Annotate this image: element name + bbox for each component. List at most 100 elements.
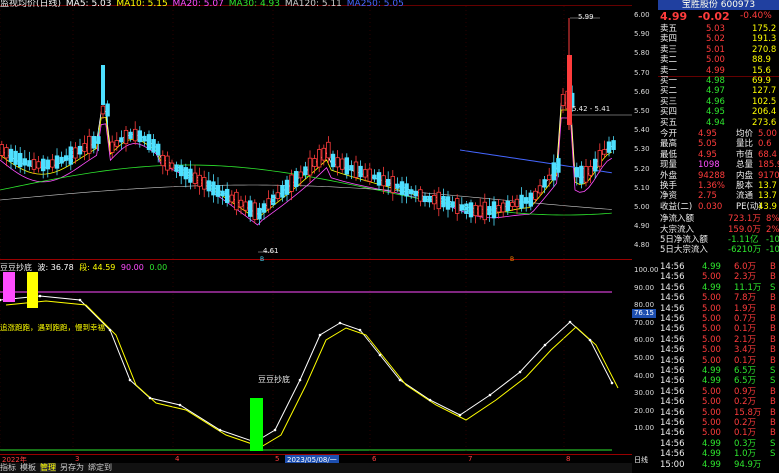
candle-body [381,175,386,187]
tick-row: 14:56 5.00 2.1万 B [658,335,779,345]
flow-value: 159.0万 [728,224,761,235]
kline-chart[interactable] [0,0,632,473]
tick-time: 14:56 [660,366,685,376]
tick-price: 5.00 [702,428,721,439]
flow-label: 大宗流入 [660,224,695,235]
toolbar-item[interactable]: 指标 [0,463,16,472]
osc-tick: 30.00 [634,389,655,398]
tick-volume: 0.3万 [734,438,757,449]
panel-divider [0,259,632,260]
candle-body [289,174,294,192]
candle-body [349,165,354,171]
stat-value: 9170 [758,170,779,181]
candle-body [418,189,423,202]
tick-volume: 94.9万 [734,459,762,470]
tick-volume: 0.1万 [734,355,757,366]
signal-label: 豆豆抄底 [258,375,290,384]
candle-body [487,206,492,216]
candle-body [362,169,368,178]
candle-body [73,147,78,159]
price-change-pct: -0.40% [740,11,772,21]
high-annotation: 5.99 [578,13,594,21]
candlesticks [0,18,616,226]
osc-dot [458,413,462,417]
bid-volume: 127.7 [752,86,777,97]
candle-body [533,190,538,200]
tick-side: S [770,449,776,460]
candle-body [100,105,106,115]
osc-dot [0,298,2,302]
candle-body [445,196,451,210]
candle-body [27,160,32,167]
tick-price: 5.00 [702,418,721,428]
tick-time: 14:56 [660,355,685,366]
candle-body [224,188,230,203]
ask-label: 卖三 [660,44,678,55]
tick-time: 14:56 [660,418,685,428]
candle-body [36,161,41,169]
ma-header: 监视均价(日线) MA5: 5.03 MA10: 5.15 MA20: 5.07… [0,0,404,9]
tick-row: 15:00 4.99 94.9万 [658,460,779,470]
stat-label: 换手 [660,181,678,191]
price-tick: 5.00 [634,203,650,211]
stat-value: 4.95 [698,149,717,160]
stat-value: 2.75 [698,191,717,202]
candle-body [50,159,55,168]
stat-label: 外盘 [660,170,678,181]
indicator-name: 监视均价(日线) [0,0,62,9]
candle-body [91,136,96,149]
flow-pct: -10% [766,245,779,256]
stat-value: 1.36% [698,181,726,191]
osc-value-3: 0.00 [146,263,168,272]
low-annotation: 4.61 [263,247,279,255]
bid-price: 4.98 [706,76,725,86]
candle-body [229,194,234,203]
ask-volume: 270.8 [752,44,777,55]
candle-body [519,194,524,209]
ask-price: 5.02 [706,34,725,45]
osc-dot [128,378,132,382]
tick-side: B [770,293,776,304]
stat-row: 最高 5.05 量比 0.6 [658,139,779,149]
period-label[interactable]: 日线 [634,455,648,465]
toolbar-item[interactable]: 管理 [40,463,56,472]
tick-time: 14:56 [660,293,685,304]
ask-volume: 175.2 [752,24,777,34]
candle-body [174,164,179,172]
stat-label: 收益(二) [660,201,693,212]
candle-body [422,196,428,202]
candle-body [464,203,469,214]
stat-row: 收益(二) 0.030 PE(动) 43.9 [658,202,779,212]
stat-row: 净资 2.75 流通 13.7 [658,191,779,201]
candle-body [234,191,239,211]
tick-price: 4.99 [702,366,721,376]
signal-bar-magenta [3,272,15,302]
candle-body [500,202,506,213]
stat-row: 现量 1098 总量 185.9 [658,160,779,170]
candle-body [491,201,497,219]
candle-body [68,146,73,165]
tick-volume: 0.9万 [734,386,757,397]
tick-time: 14:56 [660,282,685,293]
osc-dot [298,378,302,382]
tick-volume: 7.8万 [734,293,757,304]
osc-dot [358,328,362,332]
candle-body [303,166,308,176]
toolbar-item[interactable]: 另存为 [60,463,84,472]
chart-area[interactable]: 监视均价(日线) MA5: 5.03 MA10: 5.15 MA20: 5.07… [0,0,632,473]
toolbar-item[interactable]: 模板 [20,463,36,472]
ask-row: 卖四 5.02 191.3 [658,34,779,44]
tick-row: 14:56 5.00 0.9万 B [658,387,779,397]
osc-dot [488,393,492,397]
bid-price: 4.97 [706,86,725,97]
tick-side: B [770,397,776,408]
candle-body [247,200,253,217]
tick-row: 14:56 5.00 0.1万 B [658,356,779,366]
toolbar-item[interactable]: 绑定到 [88,463,112,472]
candle-body [211,181,216,196]
signal-bar-green [250,398,263,451]
osc-values: 波: 36.78 段: 44.59 90.00 0.00 [35,263,168,272]
tick-volume: 0.1万 [734,324,757,335]
tick-side: B [770,303,776,314]
stat-label: 今开 [660,129,678,139]
